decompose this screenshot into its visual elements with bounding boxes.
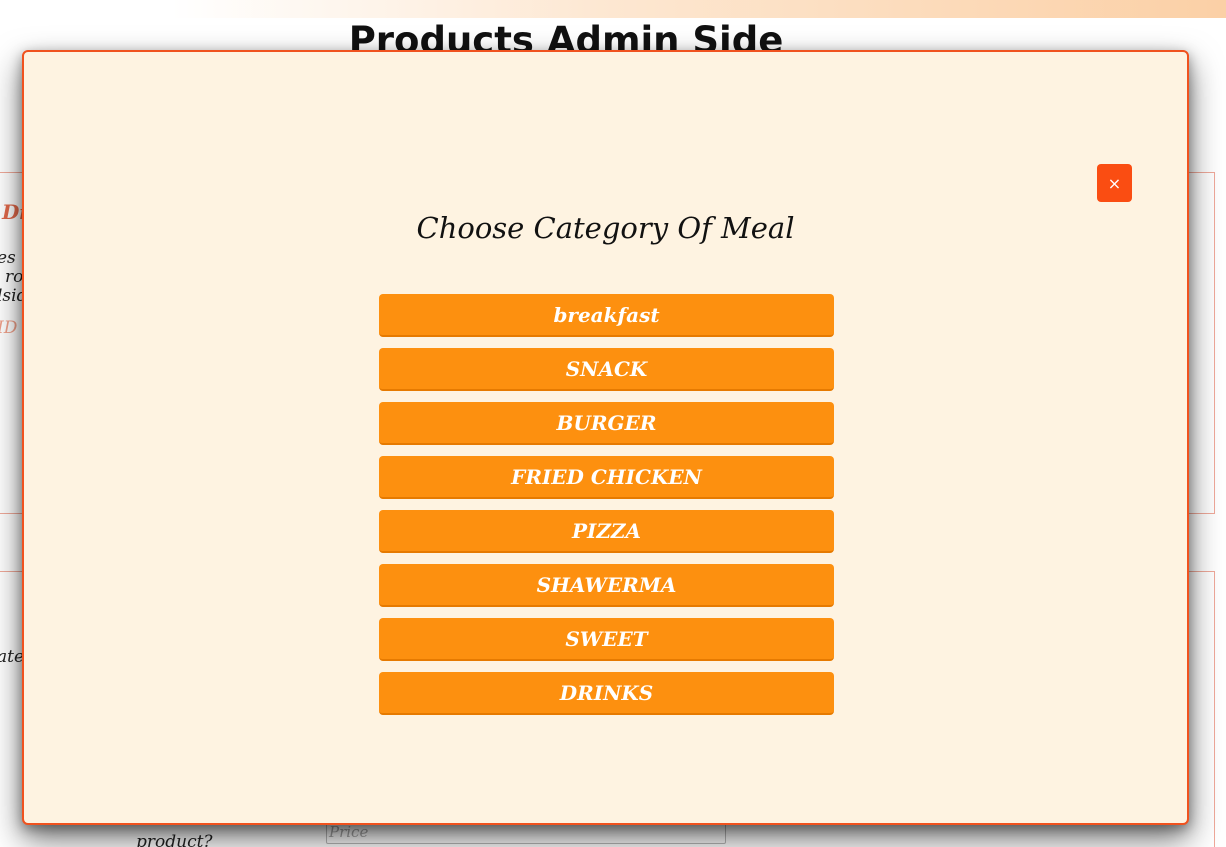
modal-title: Choose Category Of Meal <box>416 211 795 245</box>
category-button-breakfast[interactable]: breakfast <box>379 294 834 337</box>
page: Products Admin Side Di es ro lsid ID ate… <box>0 0 1226 847</box>
top-header-strip <box>0 0 1226 18</box>
background-text-fragment: ro <box>5 267 24 287</box>
category-button-shawerma[interactable]: SHAWERMA <box>379 564 834 607</box>
category-button-drinks[interactable]: DRINKS <box>379 672 834 715</box>
background-id-fragment: ID <box>0 318 18 338</box>
close-button[interactable]: × <box>1097 164 1132 202</box>
category-button-burger[interactable]: BURGER <box>379 402 834 445</box>
category-modal: × Choose Category Of Meal breakfast SNAC… <box>22 50 1189 825</box>
category-button-fried-chicken[interactable]: FRIED CHICKEN <box>379 456 834 499</box>
background-text-fragment: ate <box>0 647 25 667</box>
category-button-pizza[interactable]: PIZZA <box>379 510 834 553</box>
category-button-snack[interactable]: SNACK <box>379 348 834 391</box>
category-list: breakfast SNACK BURGER FRIED CHICKEN PIZ… <box>379 294 834 715</box>
category-button-sweet[interactable]: SWEET <box>379 618 834 661</box>
background-label-fragment: product? <box>136 832 213 847</box>
background-text-fragment: es <box>0 248 16 268</box>
